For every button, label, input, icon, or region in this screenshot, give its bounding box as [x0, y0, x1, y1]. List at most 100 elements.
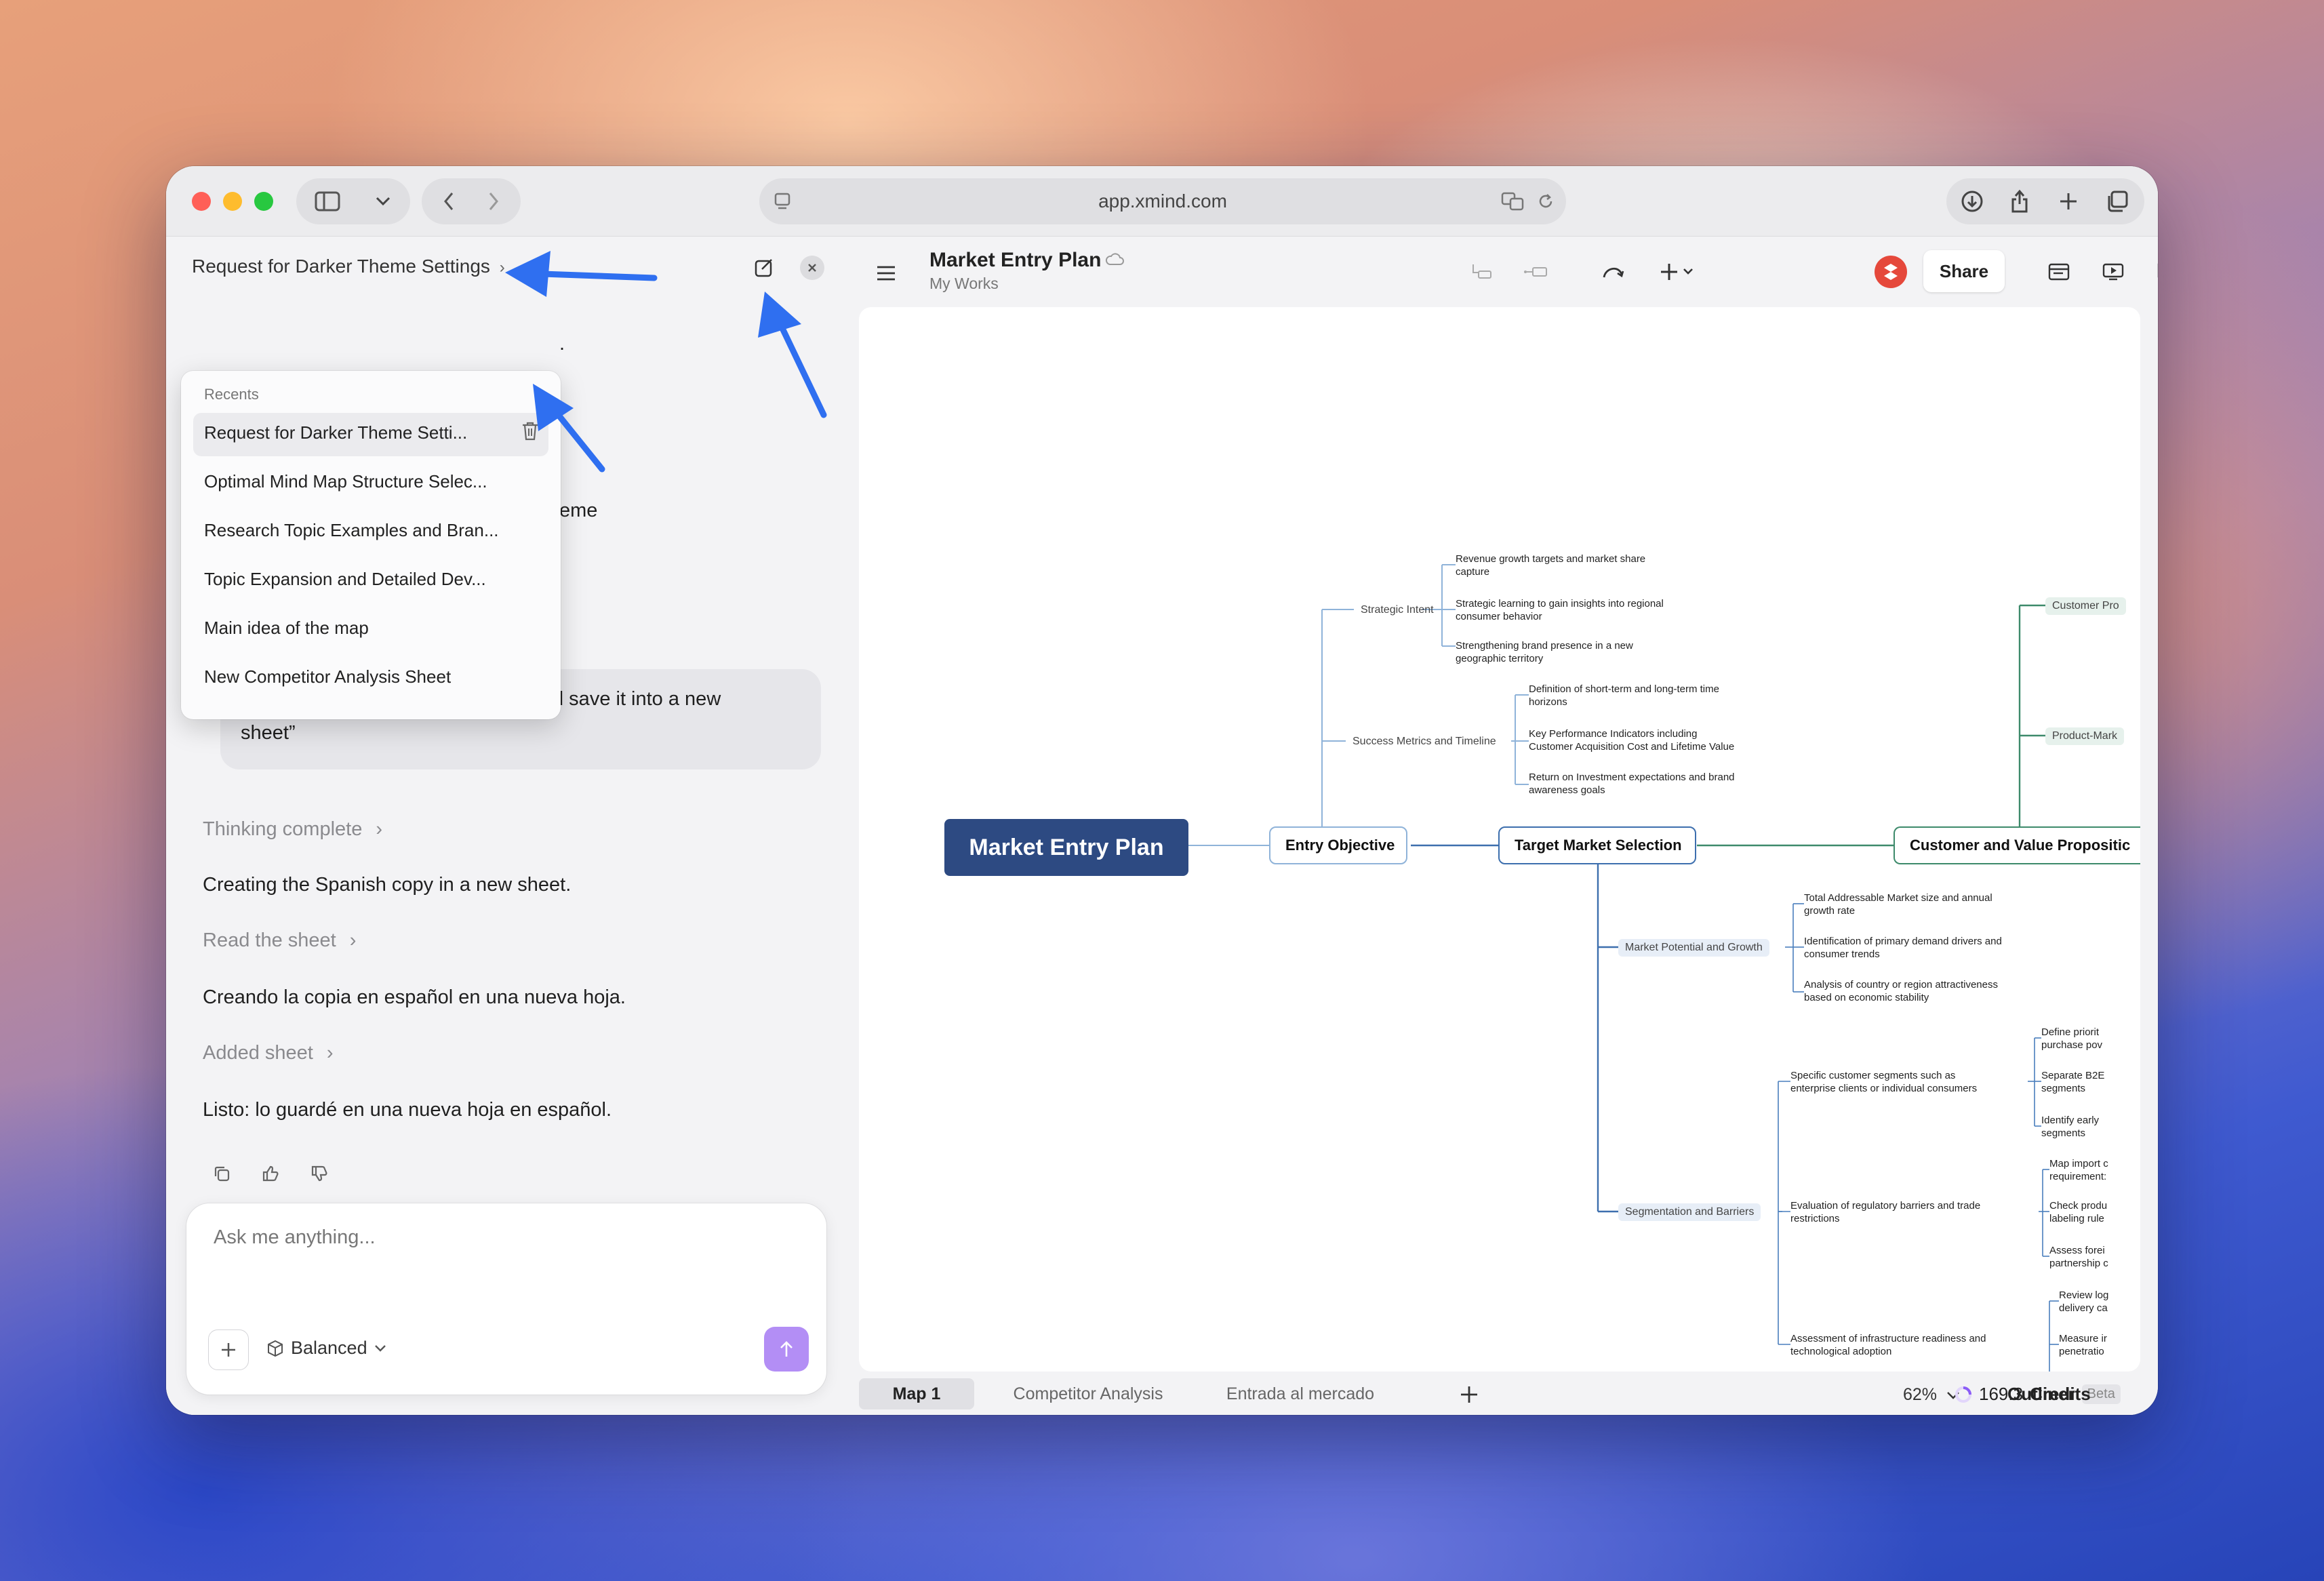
credits-indicator[interactable]: 169.3 Credits: [1955, 1384, 2091, 1405]
topic-target-market[interactable]: Target Market Selection: [1498, 826, 1696, 864]
thinking-step[interactable]: Thinking complete ›: [203, 818, 382, 841]
add-attachment-icon[interactable]: [208, 1329, 249, 1370]
read-sheet-label: Read the sheet: [203, 929, 336, 951]
topic-entry-objective[interactable]: Entry Objective: [1269, 826, 1407, 864]
leaf-topic[interactable]: Revenue growth targets and market share c…: [1456, 553, 1645, 578]
sheet-tab[interactable]: Map 1: [859, 1378, 974, 1409]
recent-item[interactable]: Main idea of the map: [193, 608, 548, 652]
relationship-icon[interactable]: [1598, 257, 1628, 287]
pitch-icon[interactable]: [2044, 257, 2074, 287]
document-location[interactable]: My Works: [929, 275, 999, 293]
send-button[interactable]: [764, 1327, 809, 1372]
address-bar[interactable]: app.xmind.com: [759, 178, 1566, 224]
leaf-topic[interactable]: Strategic learning to gain insights into…: [1456, 597, 1664, 623]
zoom-level: 62%: [1903, 1385, 1938, 1404]
leaf-topic[interactable]: Specific customer segments such as enterp…: [1790, 1069, 1977, 1095]
read-sheet-step[interactable]: Read the sheet ›: [203, 929, 356, 952]
leaf-topic[interactable]: Define priorit purchase pov: [2041, 1026, 2102, 1052]
subtopic-customer-pro[interactable]: Customer Pro: [2045, 597, 2126, 615]
browser-window: app.xmind.com Request for Darker Theme S…: [166, 166, 2158, 1415]
leaf-topic[interactable]: Assessment of infrastructure readiness a…: [1790, 1332, 1986, 1358]
chevron-down-icon[interactable]: [367, 185, 399, 218]
mode-selector[interactable]: Balanced: [266, 1338, 386, 1359]
leaf-topic[interactable]: Strengthening brand presence in a new geo…: [1456, 639, 1633, 665]
chevron-right-icon: ›: [326, 1042, 334, 1064]
recent-item[interactable]: Request for Darker Theme Setti...: [193, 413, 548, 456]
ai-avatar-icon[interactable]: [1875, 256, 1907, 288]
assistant-message: Creating the Spanish copy in a new sheet…: [203, 874, 572, 896]
leaf-topic[interactable]: Identify early segments: [2041, 1114, 2099, 1140]
new-tab-icon[interactable]: [2049, 185, 2087, 218]
chevron-right-icon: ›: [499, 258, 505, 277]
mindmap-editor: Market Entry Plan My Works Share Market …: [844, 237, 2158, 1415]
subtopic-market-potential[interactable]: Market Potential and Growth: [1618, 939, 1769, 957]
mindmap-canvas[interactable]: Market Entry Plan Entry Objective Target…: [859, 307, 2140, 1372]
add-sheet-icon[interactable]: [1454, 1380, 1484, 1409]
credits-value: 169.3: [1979, 1384, 2024, 1404]
back-icon[interactable]: [431, 185, 466, 218]
subtopic-icon[interactable]: [1466, 257, 1496, 287]
insert-menu-icon[interactable]: [1655, 257, 1702, 287]
assistant-message: Creando la copia en español en una nueva…: [203, 986, 626, 1008]
cloud-icon: [1104, 252, 1125, 266]
thumbs-down-icon[interactable]: [306, 1160, 333, 1187]
topic-customer-value[interactable]: Customer and Value Propositic: [1894, 826, 2140, 864]
leaf-topic[interactable]: Analysis of country or region attractive…: [1804, 978, 1998, 1004]
tab-overview-icon[interactable]: [2098, 185, 2136, 218]
reload-icon[interactable]: [1532, 188, 1559, 215]
leaf-topic[interactable]: Return on Investment expectations and br…: [1529, 771, 1735, 797]
nav-buttons: [422, 178, 521, 224]
leaf-topic[interactable]: Evaluation of regulatory barriers and tr…: [1790, 1199, 1980, 1225]
subtopic-product-mark[interactable]: Product-Mark: [2045, 727, 2125, 745]
leaf-topic[interactable]: Separate B2E segments: [2041, 1069, 2104, 1095]
leaf-topic[interactable]: Measure ir penetratio: [2059, 1332, 2107, 1358]
recent-item[interactable]: Optimal Mind Map Structure Selec...: [193, 462, 548, 505]
leaf-topic[interactable]: Map import c requirement:: [2049, 1157, 2108, 1183]
download-icon[interactable]: [1953, 185, 1991, 218]
zoom-control[interactable]: 62%: [1903, 1385, 1960, 1405]
thumbs-up-icon[interactable]: [257, 1160, 284, 1187]
maximize-window-button[interactable]: [254, 192, 273, 211]
chevron-right-icon: ›: [376, 818, 383, 840]
root-topic[interactable]: Market Entry Plan: [944, 819, 1188, 876]
leaf-topic[interactable]: Check produ labeling rule: [2049, 1199, 2107, 1225]
new-chat-icon[interactable]: [750, 254, 778, 281]
recent-item[interactable]: Research Topic Examples and Bran...: [193, 511, 548, 554]
document-title[interactable]: Market Entry Plan: [929, 249, 1101, 272]
sheet-tab[interactable]: Entrada al mercado: [1202, 1378, 1399, 1409]
cube-icon: [268, 1340, 283, 1357]
leaf-topic[interactable]: Definition of short-term and long-term t…: [1529, 683, 1719, 708]
close-sidebar-icon[interactable]: [800, 256, 824, 280]
browser-toolbar: app.xmind.com: [166, 166, 2158, 237]
leaf-topic[interactable]: Review log delivery ca: [2059, 1289, 2108, 1315]
leaf-topic[interactable]: Key Performance Indicators including Cust…: [1529, 727, 1734, 753]
close-window-button[interactable]: [192, 192, 211, 211]
translate-icon[interactable]: [1498, 188, 1528, 215]
leaf-topic[interactable]: Identification of primary demand drivers…: [1804, 935, 2002, 961]
recent-item[interactable]: Topic Expansion and Detailed Dev...: [193, 559, 548, 603]
leaf-topic[interactable]: Assess forei partnership c: [2049, 1244, 2108, 1270]
subtopic-success-metrics[interactable]: Success Metrics and Timeline: [1346, 733, 1503, 751]
share-icon[interactable]: [2001, 185, 2039, 218]
minimize-window-button[interactable]: [223, 192, 242, 211]
share-button[interactable]: Share: [1923, 250, 2005, 292]
browser-actions: [1946, 178, 2144, 224]
added-sheet-step[interactable]: Added sheet ›: [203, 1042, 334, 1064]
sidebar-toggle-icon[interactable]: [306, 185, 349, 218]
subtopic-strategic-intent[interactable]: Strategic Intent: [1354, 601, 1441, 619]
leaf-topic[interactable]: Total Addressable Market size and annual…: [1804, 892, 1992, 917]
trash-icon[interactable]: [521, 421, 539, 441]
copy-icon[interactable]: [208, 1160, 235, 1187]
sheet-tab[interactable]: Competitor Analysis: [1000, 1378, 1176, 1409]
menu-icon[interactable]: [873, 260, 900, 287]
recent-item-label: Request for Darker Theme Setti...: [204, 422, 468, 443]
play-icon[interactable]: [2098, 257, 2128, 287]
subtopic-segmentation[interactable]: Segmentation and Barriers: [1618, 1203, 1761, 1221]
chat-input[interactable]: Ask me anything...: [214, 1226, 376, 1249]
chevron-down-icon: [374, 1344, 386, 1352]
recent-item[interactable]: New Competitor Analysis Sheet: [193, 657, 548, 700]
topic-icon[interactable]: [1521, 257, 1550, 287]
comments-icon[interactable]: [2152, 257, 2158, 287]
forward-icon[interactable]: [476, 185, 511, 218]
conversation-title[interactable]: Request for Darker Theme Settings ›: [192, 256, 505, 277]
